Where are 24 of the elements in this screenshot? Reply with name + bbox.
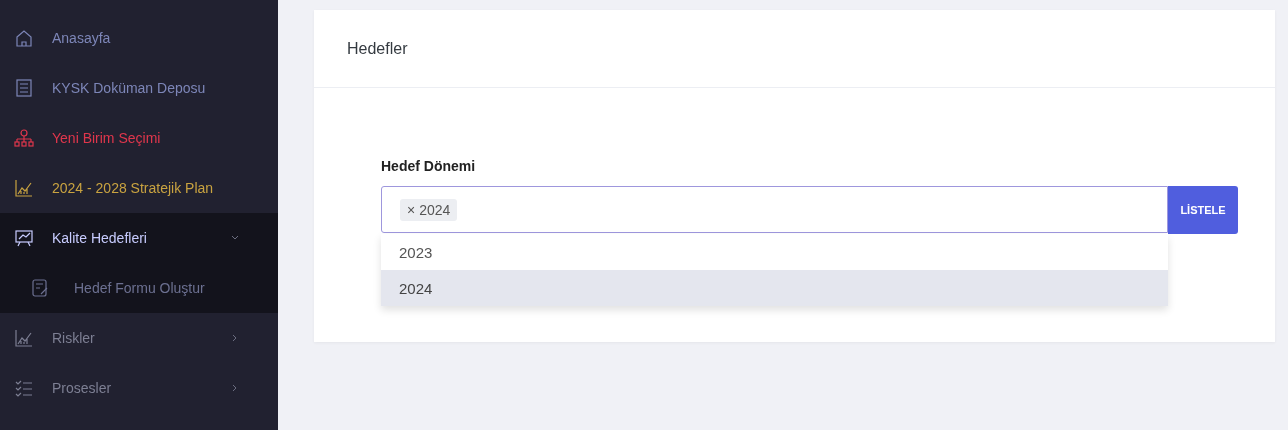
sidebar-item[interactable]: Anasayfa (0, 13, 278, 63)
sidebar-item[interactable]: Kalite Hedefleri (0, 213, 278, 263)
home-icon (14, 28, 34, 48)
list-icon (14, 78, 34, 98)
presentation-icon (14, 228, 34, 248)
remove-tag-button[interactable]: × (407, 201, 416, 218)
sidebar-item[interactable]: Yeni Birim Seçimi (0, 113, 278, 163)
dropdown-option[interactable]: 2023 (381, 234, 1168, 270)
sidebar-item[interactable]: 2024 - 2028 Stratejik Plan (0, 163, 278, 213)
list-button[interactable]: LİSTELE (1168, 186, 1238, 234)
chart-icon (14, 328, 34, 348)
form-icon (30, 278, 50, 298)
field-label: Hedef Dönemi (381, 158, 477, 174)
dropdown-option[interactable]: 2024 (381, 270, 1168, 306)
sidebar-item[interactable]: KYSK Doküman Deposu (0, 63, 278, 113)
sidebar-subitem[interactable]: Hedef Formu Oluştur (0, 263, 278, 313)
select-field[interactable]: × 2024 (381, 186, 1168, 233)
sidebar-item[interactable]: Prosesler (0, 363, 278, 413)
checklist-icon (14, 378, 34, 398)
hierarchy-icon (14, 128, 34, 148)
sidebar-item[interactable]: Riskler (0, 313, 278, 363)
selected-tag: × 2024 (400, 198, 458, 221)
card-title: Hedefler (314, 10, 1275, 88)
chart-icon (14, 178, 34, 198)
